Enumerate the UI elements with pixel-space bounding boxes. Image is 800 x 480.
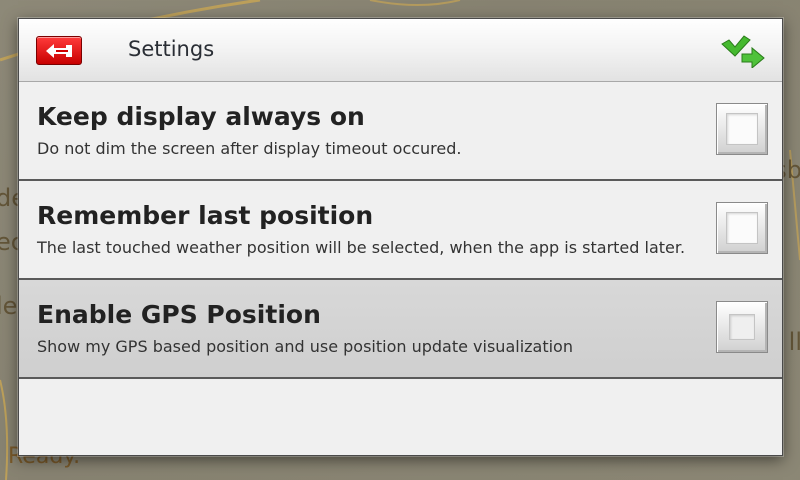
dialog-header: Settings (19, 19, 782, 82)
confirm-button[interactable] (720, 34, 768, 70)
map-label-fragment: le (0, 292, 18, 320)
map-label-fragment: ll (788, 328, 800, 356)
enable-gps-checkbox[interactable] (716, 301, 768, 353)
back-button[interactable] (36, 36, 82, 65)
keep-display-on-checkbox[interactable] (716, 103, 768, 155)
setting-description: Do not dim the screen after display time… (37, 139, 462, 158)
setting-row-remember-position[interactable]: Remember last position The last touched … (19, 181, 782, 280)
settings-dialog: Settings Keep display always on Do not d… (18, 18, 783, 456)
page-title: Settings (128, 37, 215, 61)
back-arrow-icon (46, 43, 72, 58)
setting-title: Enable GPS Position (37, 300, 321, 329)
setting-row-enable-gps[interactable]: Enable GPS Position Show my GPS based po… (19, 280, 782, 379)
setting-title: Keep display always on (37, 102, 365, 131)
setting-description: Show my GPS based position and use posit… (37, 337, 573, 356)
setting-row-keep-display-on[interactable]: Keep display always on Do not dim the sc… (19, 82, 782, 181)
remember-position-checkbox[interactable] (716, 202, 768, 254)
setting-description: The last touched weather position will b… (37, 238, 686, 257)
setting-title: Remember last position (37, 201, 374, 230)
checkmark-arrow-icon (721, 35, 765, 70)
